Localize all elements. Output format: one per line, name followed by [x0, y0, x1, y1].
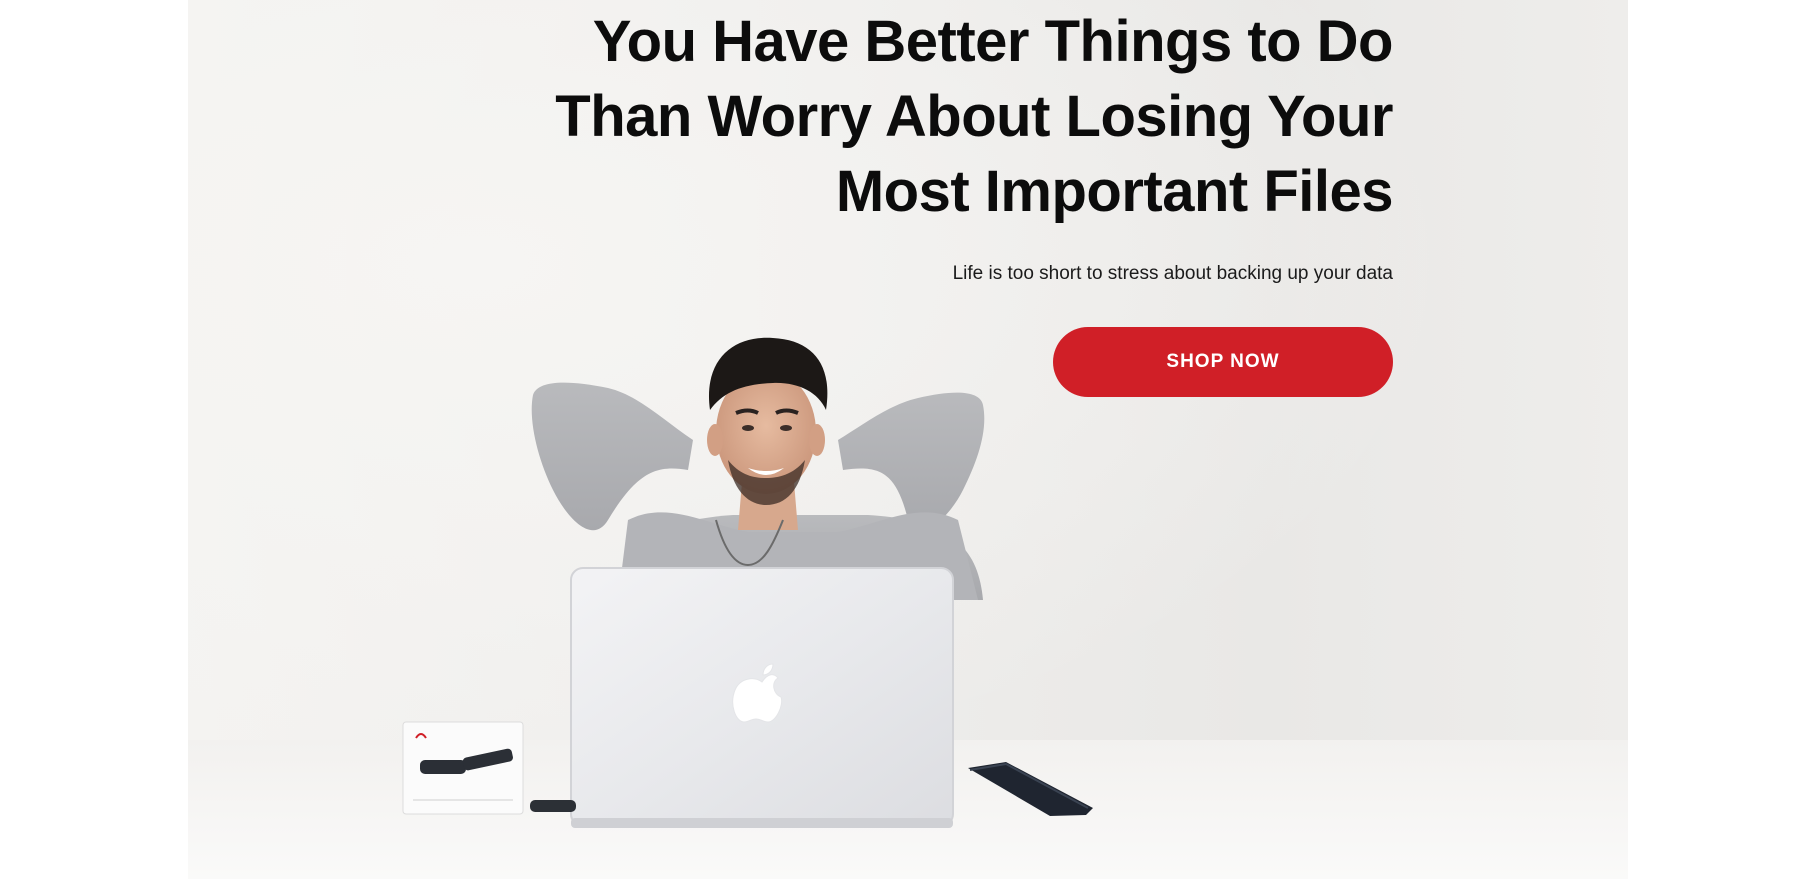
usb-drive-box: [402, 721, 524, 815]
hero-banner: You Have Better Things to Do Than Worry …: [188, 0, 1628, 879]
shop-now-button[interactable]: SHOP NOW: [1053, 327, 1393, 397]
hero-text-block: You Have Better Things to Do Than Worry …: [533, 0, 1394, 397]
smartphone: [968, 762, 1093, 816]
cable: [530, 800, 576, 812]
hero-subheadline: Life is too short to stress about backin…: [952, 263, 1393, 284]
hero-headline: You Have Better Things to Do Than Worry …: [555, 9, 1393, 224]
laptop: [570, 567, 954, 828]
page: You Have Better Things to Do Than Worry …: [0, 0, 1810, 879]
